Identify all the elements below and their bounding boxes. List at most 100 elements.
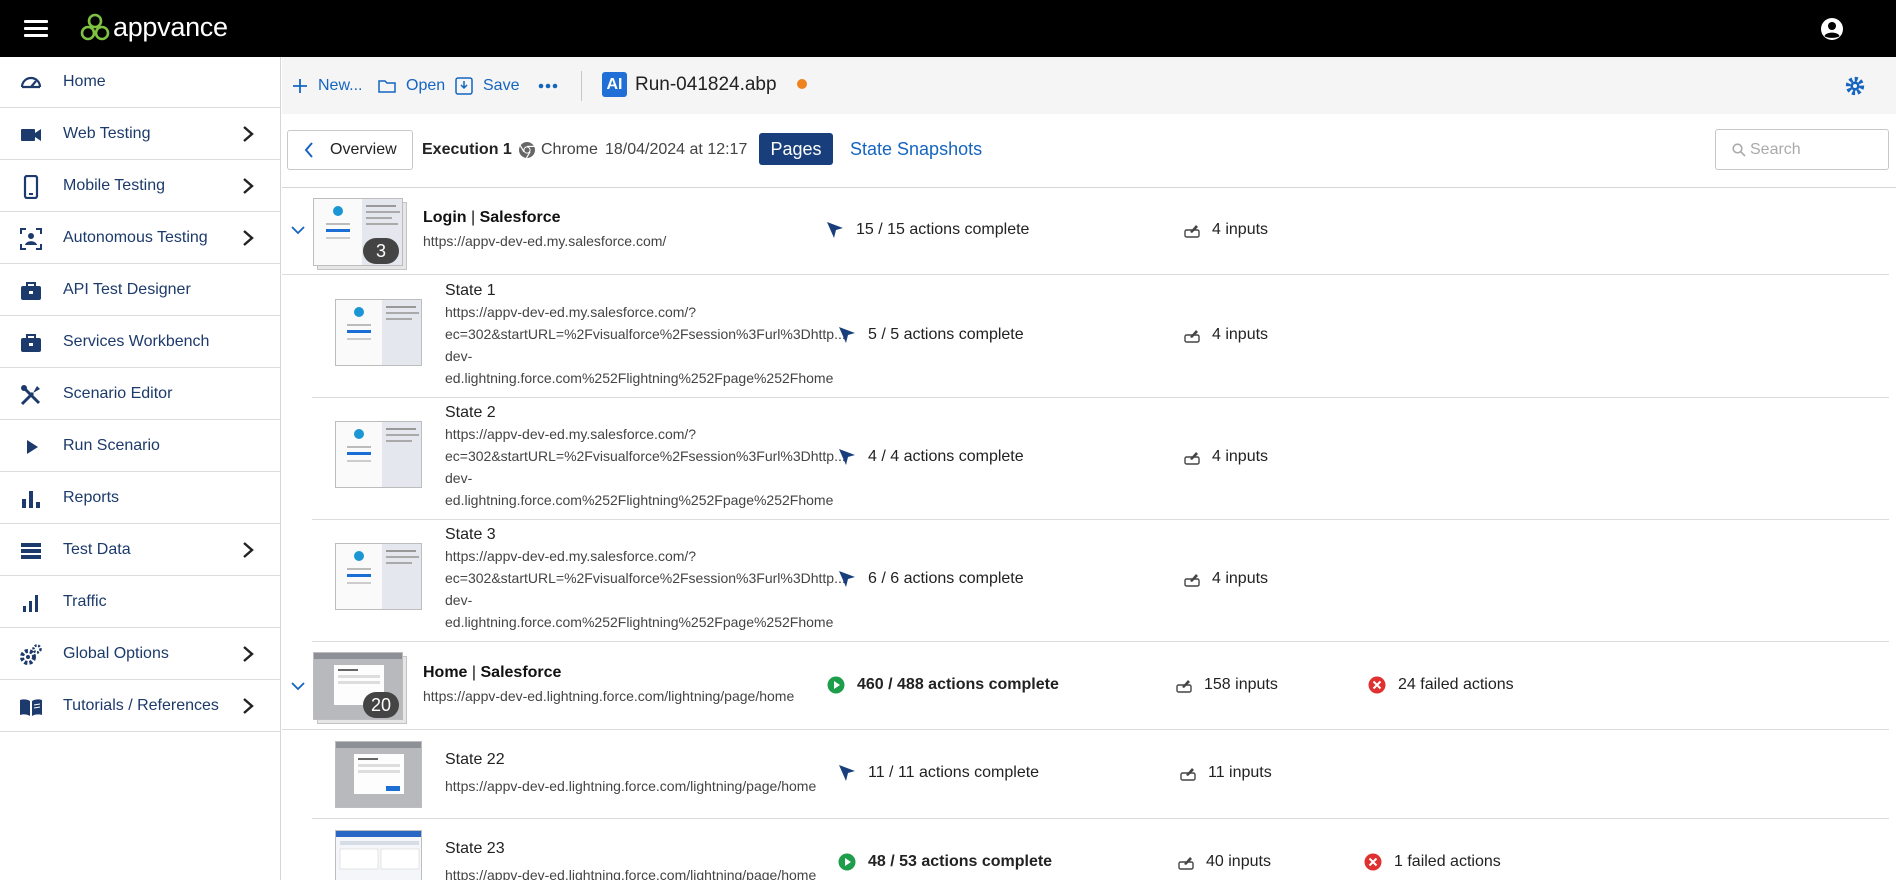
actions-text: 15 / 15 actions complete — [856, 221, 1030, 238]
page-name: Home — [423, 664, 468, 681]
state-thumbnail[interactable] — [335, 299, 422, 366]
sidebar-item-label: Autonomous Testing — [63, 229, 208, 246]
actions-complete: 6 / 6 actions complete — [838, 570, 1024, 588]
open-button[interactable]: Open — [378, 74, 445, 98]
actions-text: 460 / 488 actions complete — [857, 676, 1059, 693]
page-thumbnail[interactable]: 20 — [313, 652, 408, 724]
page-thumbnail[interactable]: 3 — [313, 198, 408, 270]
sidebar-item-reports[interactable]: Reports — [0, 473, 280, 524]
state-thumbnail[interactable] — [335, 741, 422, 808]
list-icon — [21, 543, 41, 559]
browser-name: Chrome — [541, 141, 598, 158]
search-box[interactable] — [1715, 129, 1889, 170]
state-url-line: ed.lightning.force.com%252Flightning%252… — [445, 492, 834, 508]
open-button-label: Open — [406, 77, 446, 94]
inputs-text: 4 inputs — [1212, 326, 1269, 343]
actions-text: 48 / 53 actions complete — [868, 853, 1053, 870]
sidebar-item-label: Web Testing — [63, 125, 151, 142]
sidebar-item-mobile-testing[interactable]: Mobile Testing — [0, 161, 280, 212]
pages-list: 3 Login | Salesforce https://appv-dev-ed… — [282, 188, 1896, 880]
state-url-line: ec=302&startURL=%2Fvisualforce%2Fsession… — [445, 448, 846, 464]
appvance-logo[interactable]: appvance — [80, 12, 228, 43]
file-name: Run-041824.abp — [635, 74, 777, 95]
sidebar-item-home[interactable]: Home — [0, 57, 280, 108]
input-edit-icon — [1176, 680, 1192, 693]
save-button-label: Save — [483, 77, 520, 94]
input-edit-icon — [1184, 574, 1200, 587]
chevron-right-icon — [243, 646, 254, 662]
new-button[interactable]: New... — [292, 74, 362, 98]
gear-icon[interactable] — [1844, 75, 1866, 97]
state-url: https://appv-dev-ed.my.salesforce.com/? … — [445, 423, 846, 511]
sidebar-item-global-options[interactable]: Global Options — [0, 629, 280, 680]
bar-chart-icon — [22, 491, 40, 508]
cursor-arrow-icon — [839, 327, 855, 343]
state-row[interactable]: State 23 https://appv-dev-ed.lightning.f… — [312, 819, 1889, 880]
state-row[interactable]: State 1 https://appv-dev-ed.my.salesforc… — [312, 276, 1889, 398]
search-input[interactable] — [1750, 140, 1880, 160]
state-row[interactable]: State 2 https://appv-dev-ed.my.salesforc… — [312, 398, 1889, 520]
sidebar-item-label: Home — [63, 73, 106, 90]
sidebar-item-label: Tutorials / References — [63, 697, 219, 714]
state-url-line: dev- — [445, 470, 473, 486]
cursor-arrow-icon — [827, 222, 843, 238]
sidebar-item-services-workbench[interactable]: Services Workbench — [0, 317, 280, 368]
actions-text: 4 / 4 actions complete — [868, 448, 1024, 465]
overview-label: Overview — [330, 141, 397, 158]
briefcase-icon — [21, 282, 41, 300]
state-url-line: ec=302&startURL=%2Fvisualforce%2Fsession… — [445, 570, 846, 586]
failed-actions: 24 failed actions — [1368, 676, 1514, 694]
sidebar-item-web-testing[interactable]: Web Testing — [0, 109, 280, 160]
state-thumbnail[interactable] — [335, 830, 422, 880]
page-row-home[interactable]: 20 Home | Salesforce https://appv-dev-ed… — [282, 642, 1889, 730]
hamburger-menu-icon[interactable] — [24, 20, 48, 38]
state-url-line: dev- — [445, 592, 473, 608]
sidebar: Home Web Testing Mobile Testing Autonomo… — [0, 57, 281, 880]
state-url: https://appv-dev-ed.my.salesforce.com/? … — [445, 545, 846, 633]
page-site: Salesforce — [479, 209, 561, 226]
sidebar-item-run-scenario[interactable]: Run Scenario — [0, 421, 280, 472]
chrome-icon — [519, 142, 535, 159]
sidebar-item-traffic[interactable]: Traffic — [0, 577, 280, 628]
state-url-line: https://appv-dev-ed.my.salesforce.com/? — [445, 548, 697, 564]
tab-state-snapshots[interactable]: State Snapshots — [850, 139, 982, 160]
sidebar-item-scenario-editor[interactable]: Scenario Editor — [0, 369, 280, 420]
execution-header: Overview Execution 1 Chrome 18/04/2024 a… — [282, 114, 1896, 188]
inputs-text: 11 inputs — [1208, 764, 1272, 781]
chevron-right-icon — [243, 230, 254, 246]
save-download-icon — [455, 77, 473, 95]
ai-scan-icon — [20, 228, 42, 250]
state-row[interactable]: State 3 https://appv-dev-ed.my.salesforc… — [312, 520, 1889, 642]
page-name: Login — [423, 209, 467, 226]
state-count-badge: 20 — [363, 692, 399, 718]
actions-complete: 5 / 5 actions complete — [838, 326, 1024, 344]
new-button-label: New... — [318, 77, 363, 94]
page-url: https://appv-dev-ed.my.salesforce.com/ — [423, 233, 667, 249]
actions-complete: 460 / 488 actions complete — [827, 676, 1059, 694]
inputs-text: 4 inputs — [1212, 570, 1269, 587]
overview-back-button[interactable]: Overview — [287, 130, 413, 170]
inputs-count: 158 inputs — [1176, 676, 1278, 694]
sidebar-item-tutorials-references[interactable]: Tutorials / References — [0, 681, 280, 732]
tab-pages[interactable]: Pages — [759, 133, 833, 165]
more-options-button[interactable] — [538, 74, 568, 98]
execution-date: 18/04/2024 at 12:17 — [605, 141, 748, 158]
chevron-down-icon[interactable] — [290, 680, 306, 692]
state-thumbnail[interactable] — [335, 421, 422, 488]
cursor-arrow-icon — [839, 449, 855, 465]
sidebar-item-test-data[interactable]: Test Data — [0, 525, 280, 576]
sidebar-item-label: Test Data — [63, 541, 131, 558]
sidebar-item-autonomous-testing[interactable]: Autonomous Testing — [0, 213, 280, 264]
state-thumbnail[interactable] — [335, 543, 422, 610]
cursor-arrow-icon — [839, 765, 855, 781]
sidebar-item-api-test-designer[interactable]: API Test Designer — [0, 265, 280, 316]
actions-complete: 48 / 53 actions complete — [838, 853, 1052, 871]
save-button[interactable]: Save — [455, 74, 519, 98]
state-row[interactable]: State 22 https://appv-dev-ed.lightning.f… — [312, 730, 1889, 819]
state-url-line: https://appv-dev-ed.lightning.force.com/… — [445, 867, 817, 880]
account-circle-icon[interactable] — [1820, 17, 1844, 41]
chevron-down-icon[interactable] — [290, 224, 306, 236]
page-row-login[interactable]: 3 Login | Salesforce https://appv-dev-ed… — [282, 188, 1889, 275]
state-url-line: ec=302&startURL=%2Fvisualforce%2Fsession… — [445, 326, 846, 342]
inputs-count: 4 inputs — [1184, 448, 1268, 466]
